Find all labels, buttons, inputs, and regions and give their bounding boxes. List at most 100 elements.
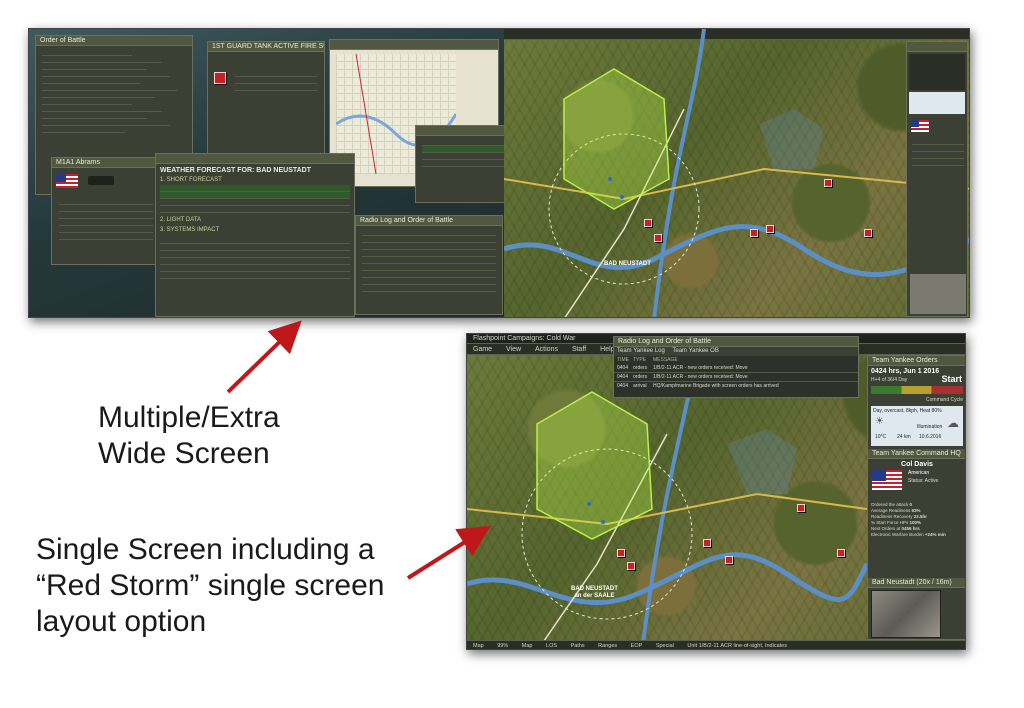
log-type: arrival: [633, 383, 647, 389]
enemy-unit-marker[interactable]: [703, 539, 711, 547]
message-log-window[interactable]: Radio Log and Order of Battle: [355, 215, 503, 315]
enemy-unit-marker[interactable]: [797, 504, 805, 512]
stat-label: % Start Force HPs: [871, 520, 909, 525]
enemy-unit-marker[interactable]: [824, 179, 832, 187]
status-btn-map2[interactable]: Map: [516, 641, 539, 649]
stat-value: 0456 hrs: [901, 526, 920, 531]
town-label-line-1: BAD NEUSTADT: [571, 586, 618, 592]
friendly-unit-marker[interactable]: [601, 520, 605, 524]
oob-title: Order of Battle: [36, 36, 192, 46]
radio-log-tabs[interactable]: Team Yankee Log Team Yankee OB: [614, 347, 858, 356]
status-btn-los[interactable]: LOS: [540, 641, 563, 649]
us-flag-icon: [872, 470, 902, 490]
enemy-unit-marker[interactable]: [617, 549, 625, 557]
weather-title: WEATHER FORECAST FOR: BAD NEUSTADT: [160, 167, 312, 174]
enemy-unit-marker[interactable]: [725, 556, 733, 564]
enemy-unit-marker[interactable]: [864, 229, 872, 237]
wide-sidebar[interactable]: [906, 41, 968, 317]
radio-log-header: TIME TYPE MESSAGE: [614, 356, 858, 364]
log-message: 1/B/2-11 ACR - new orders received: Move: [653, 365, 748, 371]
tactical-map-wide[interactable]: BAD NEUSTADT: [504, 29, 969, 317]
wide-map-overlay: [504, 29, 969, 317]
radio-log-window[interactable]: Radio Log and Order of Battle Team Yanke…: [613, 336, 859, 398]
fire-support-title: 1ST GUARD TANK ACTIVE FIRE SUPPORT ASSET…: [208, 42, 324, 52]
status-btn-ranges[interactable]: Ranges: [592, 641, 623, 649]
composite-illustration: Order of Battle M1A1 Abrams 1ST GUARD TA…: [0, 0, 1024, 708]
log-type: orders: [633, 374, 648, 380]
commander-title: Team Yankee Command HQ: [868, 449, 965, 459]
unit-title: M1A1 Abrams: [52, 158, 160, 168]
weather-box: Day, overcast, 8kph, Heat 80% ☁ ☀ 10°C 2…: [871, 406, 963, 446]
enemy-unit-marker[interactable]: [750, 229, 758, 237]
friendly-unit-marker[interactable]: [587, 502, 591, 506]
caption-multi-screen: Multiple/Extra Wide Screen: [98, 401, 280, 470]
stat-value: 93%: [911, 508, 921, 513]
town-label: BAD NEUSTADT an der SAALE: [571, 586, 618, 600]
wide-orders-title: [907, 42, 967, 52]
minimap-title: Bad Neustadt (20x / 16m): [868, 578, 965, 588]
status-btn-paths[interactable]: Paths: [565, 641, 591, 649]
weather-tabs[interactable]: [156, 154, 354, 164]
friendly-unit-marker[interactable]: [620, 195, 624, 199]
stat-value: +24% min: [924, 532, 946, 537]
us-flag-icon: [911, 120, 929, 132]
commander-nationality: American: [908, 470, 930, 476]
paper-map-tabs[interactable]: [330, 40, 498, 50]
stat-value: 100%: [909, 520, 922, 525]
weather-forecast-window[interactable]: WEATHER FORECAST FOR: BAD NEUSTADT 1. SH…: [155, 153, 355, 317]
log-time: 0404: [617, 365, 629, 371]
arrow-to-wide-screen: [226, 320, 302, 394]
wide-minimap[interactable]: [910, 274, 966, 314]
stat-row: Electronic Warfare Burden +24% min: [871, 532, 963, 538]
fire-support-window[interactable]: 1ST GUARD TANK ACTIVE FIRE SUPPORT ASSET…: [207, 41, 325, 161]
log-row[interactable]: 0404 orders 1/B/2-11 ACR - new orders rece…: [614, 373, 858, 382]
temperature: 10°C: [875, 434, 887, 440]
start-button[interactable]: Start: [941, 374, 962, 384]
cycle-bars: [871, 386, 963, 394]
enemy-unit-marker[interactable]: [766, 225, 774, 233]
enemy-unit-marker[interactable]: [644, 219, 652, 227]
tank-icon: [88, 176, 114, 185]
status-btn-zoom[interactable]: 99%: [491, 641, 514, 649]
illumination: Illumination: [917, 424, 943, 430]
log-row[interactable]: 0404 arrival HQ/Kampfmarine Brigade with s…: [614, 382, 858, 390]
status-btn-eop[interactable]: EOP: [625, 641, 649, 649]
status-bar[interactable]: Map 99% Map LOS Paths Ranges EOP Special…: [467, 640, 965, 649]
weather-section-3: 3. SYSTEMS IMPACT: [160, 227, 220, 233]
col-type: TYPE: [633, 357, 647, 363]
friendly-unit-marker[interactable]: [608, 177, 612, 181]
unit-info-window[interactable]: M1A1 Abrams: [51, 157, 161, 265]
log-time: 0404: [617, 383, 629, 389]
commander-stats: Ordered the attack 0 Average Readiness 9…: [868, 502, 965, 538]
minimap[interactable]: [871, 590, 941, 638]
stat-label: Readiness Recovery: [871, 514, 913, 519]
single-sidebar[interactable]: Team Yankee Orders 0424 hrs, Jun 1 2016 …: [867, 355, 965, 640]
log-message: HQ/Kampfmarine Brigade with screen order…: [653, 383, 779, 389]
log-row[interactable]: 0404 orders 1/B/2-11 ACR - new orders rece…: [614, 364, 858, 373]
weather-date: 10.6.2016: [919, 434, 942, 440]
caption-single-screen: Single Screen including a “Red Storm” si…: [36, 533, 385, 638]
single-screen-screenshot: Flashpoint Campaigns: Cold War Game View…: [466, 333, 966, 650]
status-btn-map[interactable]: Map: [467, 641, 490, 649]
radio-log-title: Radio Log and Order of Battle: [614, 337, 858, 347]
commander-name: Col Davis: [901, 461, 933, 468]
command-cycle-label: Command Cycle: [926, 397, 963, 403]
visibility: 24 km: [897, 434, 911, 440]
weather-text: Day, overcast, 8kph, Heat 80%: [873, 408, 942, 414]
town-label-line-2: an der SAALE: [574, 593, 615, 599]
us-flag-icon: [56, 174, 78, 188]
enemy-unit-marker[interactable]: [837, 549, 845, 557]
col-time: TIME: [617, 357, 629, 363]
log-message: 1/B/2-11 ACR - new orders received: Move: [653, 374, 748, 380]
wide-town-label: BAD NEUSTADT: [604, 261, 651, 267]
enemy-unit-marker[interactable]: [654, 234, 662, 242]
cloud-icon: ☁: [947, 416, 959, 430]
sun-icon: ☀: [875, 416, 884, 427]
tab-team-log[interactable]: Team Yankee Log: [617, 348, 665, 354]
log-time: 0404: [617, 374, 629, 380]
commander-status: Status: Active: [908, 478, 939, 484]
tab-team-ob[interactable]: Team Yankee OB: [672, 348, 718, 354]
status-btn-special[interactable]: Special: [650, 641, 680, 649]
enemy-unit-marker[interactable]: [627, 562, 635, 570]
orders-title: Team Yankee Orders: [868, 356, 965, 366]
